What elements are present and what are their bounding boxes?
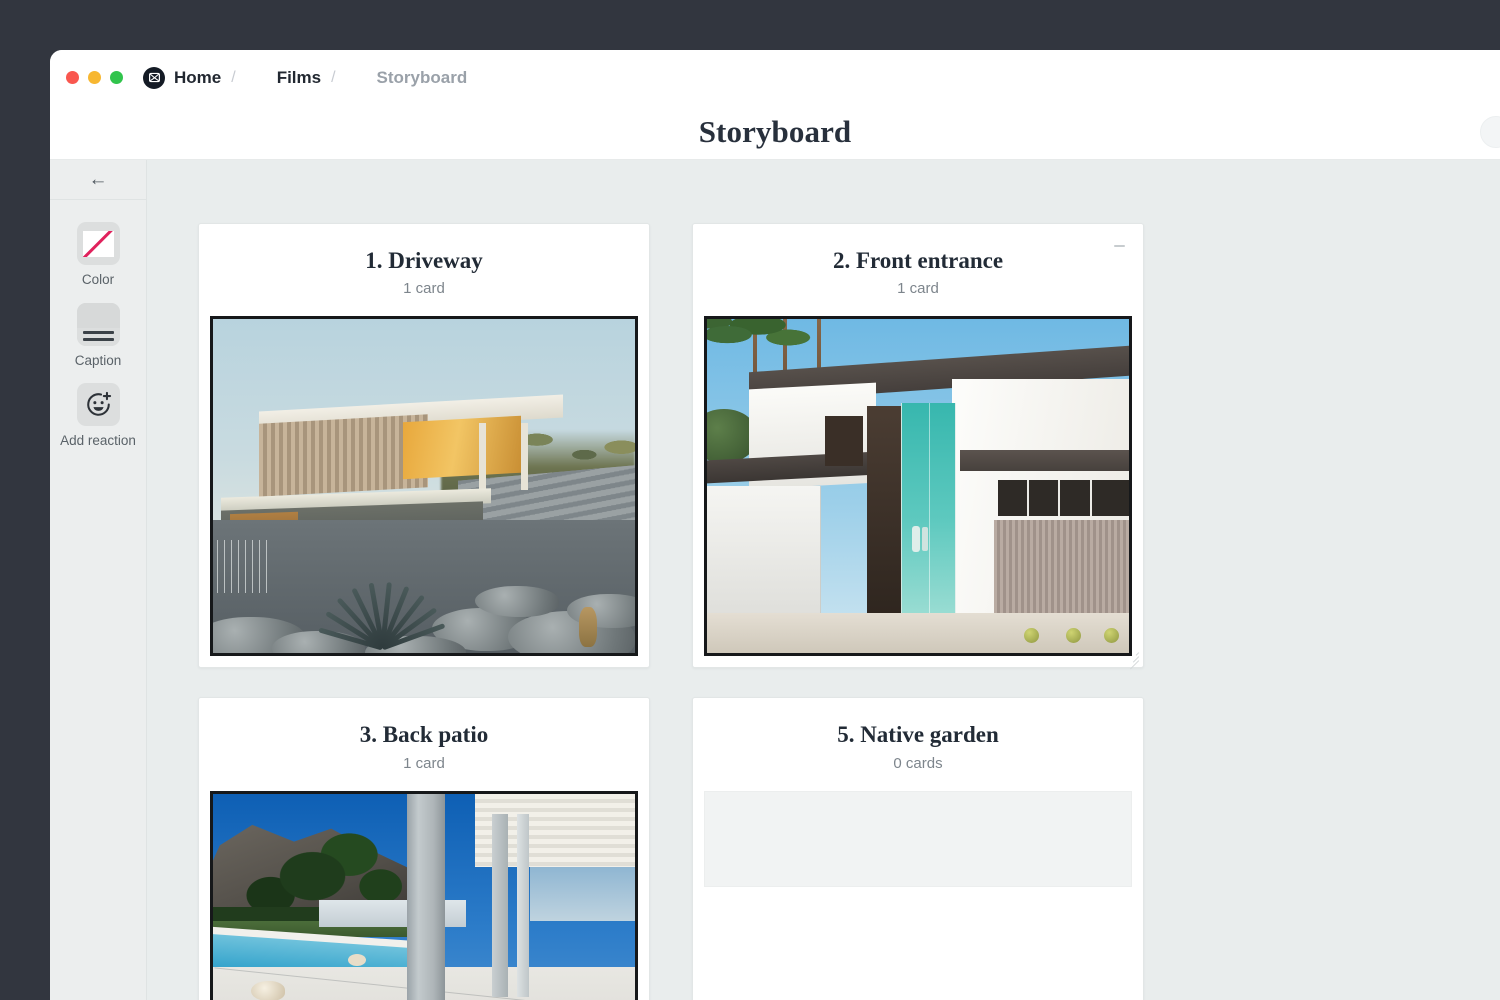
breadcrumb-label-films: Films xyxy=(276,67,322,87)
smiley-plus-icon xyxy=(76,383,120,427)
breadcrumb-item-home[interactable]: Home xyxy=(143,66,222,89)
photo-front-entrance xyxy=(707,319,1129,654)
app-window: Home / Films / Storyboard Storyboard ← C… xyxy=(50,50,1500,1000)
color-slash-icon xyxy=(76,222,120,265)
breadcrumb-separator: / xyxy=(231,68,236,86)
list-card-count: 0 cards xyxy=(893,754,943,772)
window-titlebar: Home / Films / Storyboard xyxy=(50,50,1500,105)
page-title: Storyboard xyxy=(698,114,852,149)
tool-add-reaction-label: Add reaction xyxy=(60,433,136,449)
breadcrumb-item-storyboard[interactable]: Storyboard xyxy=(346,67,468,89)
breadcrumb: Home / Films / Storyboard xyxy=(143,66,468,89)
window-controls xyxy=(66,71,123,84)
list-card-media[interactable] xyxy=(210,316,638,657)
board-grid: 1. Driveway 1 card 2. Front entrance 1 c… xyxy=(198,223,1500,1000)
tool-caption-label: Caption xyxy=(74,352,122,368)
photo-back-patio xyxy=(213,793,635,1000)
list-card-title: 2. Front entrance xyxy=(832,248,1004,273)
collapse-list-button[interactable] xyxy=(1111,238,1127,254)
list-card-title: 5. Native garden xyxy=(837,722,999,748)
sidebar-back-button[interactable]: ← xyxy=(50,160,146,200)
tool-color-label: Color xyxy=(81,272,115,287)
tool-caption[interactable]: Caption xyxy=(58,302,138,369)
photo-driveway xyxy=(213,319,635,654)
breadcrumb-label-storyboard: Storyboard xyxy=(376,67,468,87)
list-card-title: 1. Driveway xyxy=(365,248,483,273)
tool-sidebar: ← Color Caption Add reaction xyxy=(50,160,147,1000)
close-window-button[interactable] xyxy=(66,71,79,84)
breadcrumb-separator: / xyxy=(331,68,336,86)
list-card[interactable]: 2. Front entrance 1 card xyxy=(692,223,1144,670)
resize-handle[interactable] xyxy=(1125,649,1140,670)
color-swatch-icon-storyboard xyxy=(346,67,368,89)
list-card-count: 1 card xyxy=(403,754,445,772)
tool-add-reaction[interactable]: Add reaction xyxy=(58,383,138,449)
avatar[interactable] xyxy=(1480,116,1500,148)
desktop-backdrop: Home / Films / Storyboard Storyboard ← C… xyxy=(0,0,1500,1000)
zoom-window-button[interactable] xyxy=(110,71,123,84)
board-canvas[interactable]: 1. Driveway 1 card 2. Front entrance 1 c… xyxy=(147,160,1500,1000)
list-card-media[interactable] xyxy=(704,316,1132,657)
list-card-title: 3. Back patio xyxy=(359,722,489,748)
page-header: Storyboard xyxy=(50,105,1500,160)
color-swatch-icon-films xyxy=(246,67,268,89)
list-card-count: 1 card xyxy=(897,280,939,298)
tool-list: Color Caption Add reaction xyxy=(50,200,146,449)
list-card[interactable]: 5. Native garden 0 cards xyxy=(692,697,1144,1000)
home-logo-icon xyxy=(143,66,165,89)
list-card[interactable]: 3. Back patio 1 card xyxy=(198,697,650,1000)
breadcrumb-item-films[interactable]: Films xyxy=(246,67,321,89)
empty-card-dropzone[interactable] xyxy=(704,790,1132,887)
arrow-left-icon: ← xyxy=(88,169,108,190)
minus-icon xyxy=(1113,245,1125,247)
list-card[interactable]: 1. Driveway 1 card xyxy=(198,223,650,669)
breadcrumb-label-home: Home xyxy=(174,67,222,87)
tool-color[interactable]: Color xyxy=(58,222,138,288)
list-card-media[interactable] xyxy=(210,790,638,1000)
minimize-window-button[interactable] xyxy=(88,71,101,84)
caption-lines-icon xyxy=(76,302,120,346)
app-body: ← Color Caption Add reaction 1. Driveway… xyxy=(50,160,1500,1000)
list-card-count: 1 card xyxy=(403,280,445,298)
